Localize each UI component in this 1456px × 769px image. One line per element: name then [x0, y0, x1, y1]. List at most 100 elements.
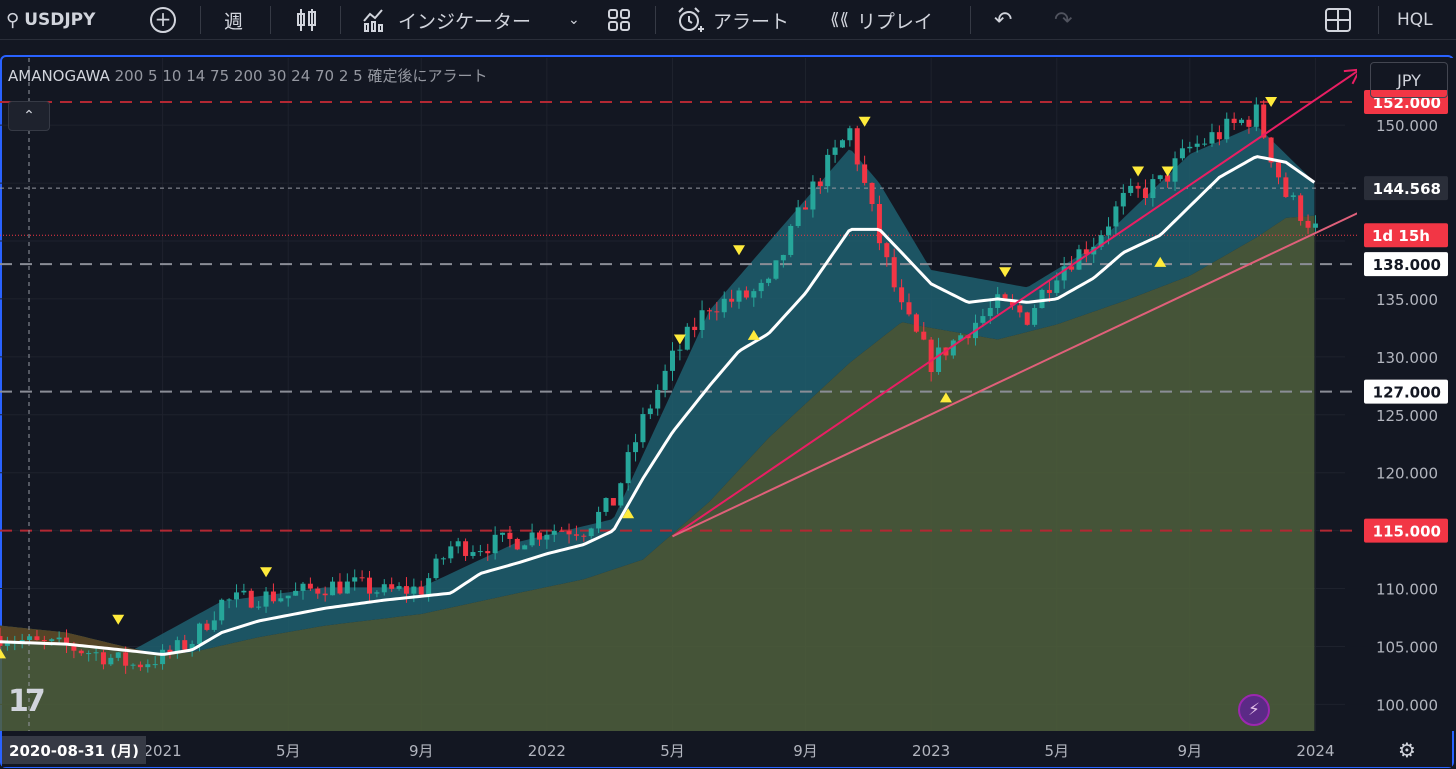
time-tick-label: 5月 [660, 742, 685, 760]
candle-body [551, 530, 557, 535]
price-tick-label: 125.000 [1376, 407, 1438, 425]
candle-body [1120, 192, 1126, 207]
sell-signal-marker [733, 245, 746, 256]
price-tick-label: 110.000 [1376, 581, 1438, 599]
candle-body [485, 551, 491, 554]
candle-body [1135, 185, 1141, 189]
candle-body [825, 154, 831, 187]
candle-body [418, 586, 424, 595]
candle-body [396, 586, 402, 589]
candle-body [684, 326, 690, 350]
chart-canvas[interactable]: 100.000 105.000 110.000 115.000 120.000 125.0… [0, 0, 1456, 769]
candle-body [514, 538, 520, 550]
candle-body [928, 339, 934, 373]
candle-body [758, 282, 764, 292]
price-label-text: 138.000 [1373, 256, 1441, 274]
candle-body [1202, 143, 1208, 145]
candle-body [307, 583, 313, 589]
candle-body [899, 287, 905, 303]
candle-body [1283, 177, 1289, 197]
candle-body [995, 294, 1001, 308]
candle-body [1172, 158, 1178, 182]
candle-body [1142, 188, 1148, 199]
candle-body [278, 598, 284, 602]
candle-body [440, 558, 446, 560]
candle-body [544, 534, 550, 540]
candle-body [884, 243, 890, 258]
candle-body [219, 599, 225, 621]
candle-body [743, 290, 749, 298]
candle-body [766, 278, 772, 283]
currency-label: JPY [1397, 70, 1421, 90]
candle-body [1209, 132, 1215, 144]
candle-body [226, 599, 232, 601]
price-tick-label: 150.000 [1376, 117, 1438, 135]
candle-body [49, 639, 55, 642]
price-tick-label: 105.000 [1376, 638, 1438, 656]
candle-body [492, 534, 498, 554]
candle-body [100, 652, 106, 665]
candle-body [56, 637, 62, 640]
candle-body [359, 577, 365, 579]
candle-body [1128, 185, 1134, 193]
candle-body [913, 314, 919, 332]
candle-body [27, 636, 33, 641]
candle-body [4, 643, 10, 646]
candle-body [581, 535, 587, 537]
candle-body [1054, 280, 1060, 293]
candle-body [293, 590, 299, 596]
candle-body [470, 552, 476, 556]
time-tick-label: 2022 [528, 742, 566, 760]
collapse-legend-button[interactable]: ⌃ [8, 101, 50, 131]
price-tick-label: 135.000 [1376, 291, 1438, 309]
candle-body [1239, 119, 1245, 123]
candle-body [751, 291, 757, 298]
gear-icon[interactable]: ⚙ [1398, 738, 1416, 762]
candle-body [330, 581, 336, 596]
candle-body [374, 592, 380, 594]
indicator-legend[interactable]: AMANOGAWA 200 5 10 14 75 200 30 24 70 2 … [8, 65, 488, 86]
currency-selector[interactable]: JPY [1370, 62, 1448, 98]
candle-body [559, 530, 565, 532]
candle-body [1187, 146, 1193, 149]
candle-body [426, 578, 432, 595]
candle-body [1150, 179, 1156, 199]
time-tick-label: 2024 [1296, 742, 1334, 760]
candle-body [322, 593, 328, 596]
candle-body [618, 483, 624, 506]
candle-body [1113, 206, 1119, 227]
candle-body [788, 225, 794, 255]
candle-body [670, 350, 675, 371]
candle-body [1298, 195, 1304, 221]
candle-body [529, 532, 535, 546]
candle-body [1194, 143, 1200, 147]
candle-body [573, 534, 579, 536]
candle-body [1216, 132, 1222, 140]
candle-body [211, 620, 217, 630]
candle-body [285, 595, 291, 599]
candle-body [714, 311, 720, 313]
candle-body [411, 586, 417, 594]
candle-body [1046, 289, 1052, 293]
candle-body [862, 164, 868, 183]
candle-body [1157, 175, 1163, 180]
candle-body [869, 182, 875, 205]
candle-body [315, 588, 321, 594]
candle-body [795, 207, 801, 226]
candle-body [1224, 118, 1230, 140]
candle-body [1275, 162, 1281, 178]
candle-body [182, 640, 188, 650]
candle-body [773, 260, 779, 279]
time-tick-label: 9月 [1178, 742, 1203, 760]
candle-body [522, 545, 528, 550]
candle-body [477, 551, 483, 553]
candle-body [1017, 305, 1023, 313]
candle-body [817, 181, 823, 187]
candle-body [588, 528, 594, 537]
lightning-icon[interactable]: ⚡ [1238, 694, 1270, 726]
candle-body [455, 541, 461, 547]
tradingview-logo[interactable]: 17 [8, 684, 46, 719]
candle-body [389, 584, 395, 589]
candle-body [337, 581, 343, 594]
time-tick-label: 2021 [143, 742, 181, 760]
